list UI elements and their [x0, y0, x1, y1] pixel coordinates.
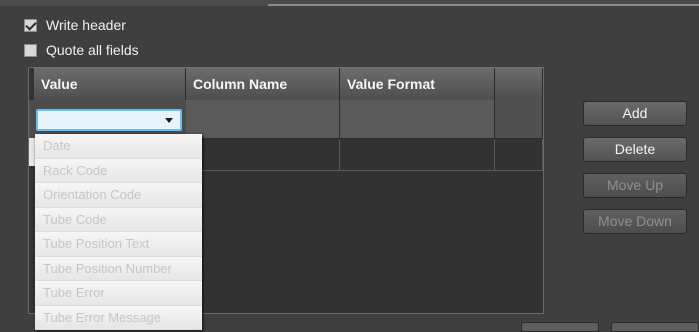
extra-cell: [495, 139, 543, 171]
dialog-button[interactable]: [611, 322, 699, 332]
value-combobox[interactable]: [36, 109, 182, 131]
value-format-cell[interactable]: [340, 139, 495, 171]
quote-all-fields-option[interactable]: Quote all fields: [24, 40, 139, 60]
dropdown-option[interactable]: Date: [35, 134, 202, 159]
write-header-label: Write header: [46, 17, 126, 33]
dropdown-option[interactable]: Tube Position Text: [35, 232, 202, 257]
value-dropdown-list: Date Rack Code Orientation Code Tube Cod…: [35, 134, 202, 330]
top-divider: [268, 4, 699, 6]
write-header-checkbox[interactable]: [24, 18, 37, 32]
column-name-cell[interactable]: [186, 139, 340, 171]
dropdown-option[interactable]: Tube Error Message: [35, 305, 202, 330]
move-down-button[interactable]: Move Down: [583, 209, 687, 234]
column-header-value-format[interactable]: Value Format: [340, 68, 495, 100]
extra-cell: [495, 100, 543, 138]
dropdown-option[interactable]: Rack Code: [35, 158, 202, 183]
dropdown-option[interactable]: Tube Error: [35, 281, 202, 306]
value-format-cell[interactable]: [340, 100, 495, 138]
quote-all-fields-checkbox[interactable]: [24, 43, 37, 57]
dropdown-option[interactable]: Orientation Code: [35, 183, 202, 208]
dropdown-option[interactable]: Tube Code: [35, 207, 202, 232]
add-button[interactable]: Add: [583, 101, 687, 126]
column-header-value[interactable]: Value: [34, 68, 186, 100]
dropdown-option[interactable]: Tube Position Number: [35, 256, 202, 281]
dialog-button[interactable]: [521, 322, 599, 332]
quote-all-fields-label: Quote all fields: [46, 42, 139, 58]
move-up-button[interactable]: Move Up: [583, 173, 687, 198]
delete-button[interactable]: Delete: [583, 137, 687, 162]
column-name-cell[interactable]: [186, 100, 340, 138]
top-bar: [0, 0, 699, 6]
chevron-down-icon[interactable]: [165, 118, 173, 123]
column-header-column-name[interactable]: Column Name: [186, 68, 340, 100]
column-header-extra: [495, 68, 543, 100]
write-header-option[interactable]: Write header: [24, 15, 126, 35]
